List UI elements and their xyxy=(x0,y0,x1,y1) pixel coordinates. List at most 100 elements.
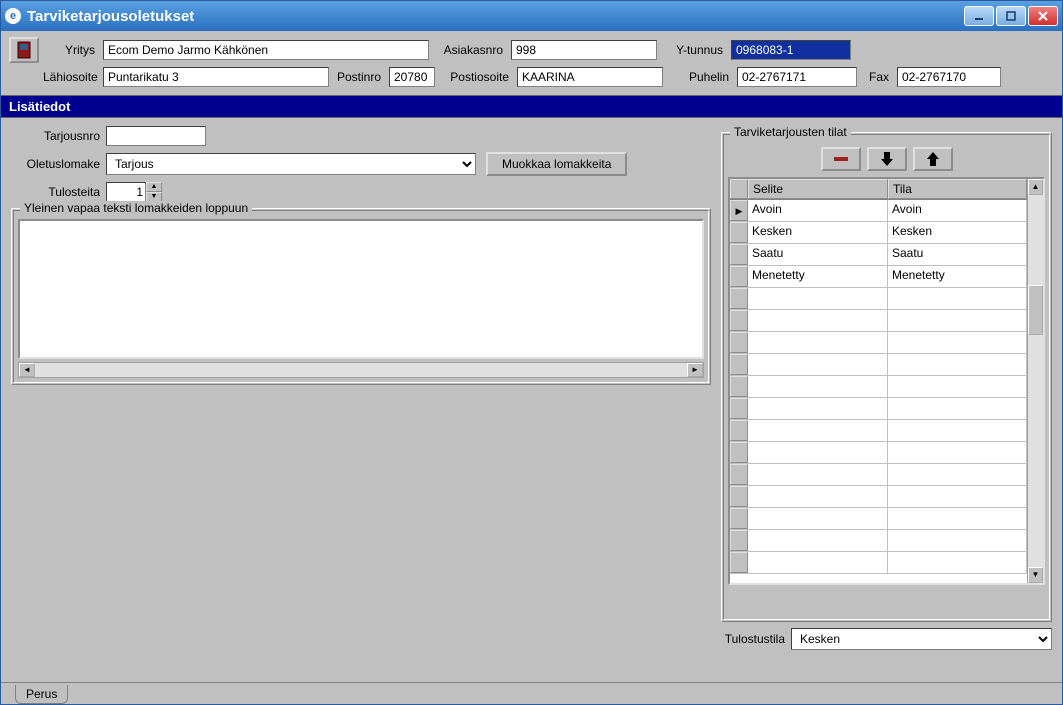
scroll-left-icon[interactable]: ◄ xyxy=(19,363,35,377)
table-row[interactable] xyxy=(730,332,1027,354)
cell-tila[interactable]: Avoin xyxy=(888,200,1027,221)
arrow-down-icon xyxy=(880,152,894,166)
label-lahiosoite: Lähiosoite xyxy=(43,70,99,84)
scroll-right-icon[interactable]: ► xyxy=(687,363,703,377)
cell-selite[interactable] xyxy=(748,420,888,441)
ytunnus-field[interactable] xyxy=(731,40,851,60)
table-row[interactable] xyxy=(730,464,1027,486)
cell-tila[interactable] xyxy=(888,420,1027,441)
scroll-up-icon[interactable]: ▲ xyxy=(1028,179,1043,195)
spinner-up-icon[interactable]: ▲ xyxy=(146,182,162,192)
puhelin-field[interactable] xyxy=(737,67,857,87)
cell-selite[interactable] xyxy=(748,486,888,507)
table-row[interactable] xyxy=(730,354,1027,376)
cell-selite[interactable] xyxy=(748,398,888,419)
cell-tila[interactable] xyxy=(888,486,1027,507)
header-area: Yritys Asiakasnro Y-tunnus Lähiosoite Po… xyxy=(1,31,1062,95)
close-button[interactable] xyxy=(1028,6,1058,26)
tulosteita-field[interactable] xyxy=(106,182,146,202)
row-indicator xyxy=(730,288,748,309)
cell-tila[interactable] xyxy=(888,310,1027,331)
table-row[interactable]: ▶AvoinAvoin xyxy=(730,200,1027,222)
cell-tila[interactable] xyxy=(888,288,1027,309)
cell-tila[interactable] xyxy=(888,508,1027,529)
delete-row-button[interactable] xyxy=(821,147,861,171)
cell-tila[interactable] xyxy=(888,464,1027,485)
lahiosoite-field[interactable] xyxy=(103,67,329,87)
tab-perus[interactable]: Perus xyxy=(15,685,68,704)
move-down-button[interactable] xyxy=(867,147,907,171)
cell-selite[interactable] xyxy=(748,442,888,463)
table-row[interactable] xyxy=(730,508,1027,530)
table-row[interactable]: SaatuSaatu xyxy=(730,244,1027,266)
scroll-down-icon[interactable]: ▼ xyxy=(1028,567,1043,583)
cell-tila[interactable] xyxy=(888,376,1027,397)
cell-selite[interactable] xyxy=(748,288,888,309)
table-row[interactable] xyxy=(730,310,1027,332)
table-row[interactable] xyxy=(730,398,1027,420)
cell-tila[interactable] xyxy=(888,552,1027,573)
right-column: Tarviketarjousten tilat xyxy=(721,126,1052,674)
label-oletuslomake: Oletuslomake xyxy=(11,157,106,171)
cell-selite[interactable] xyxy=(748,530,888,551)
table-row[interactable] xyxy=(730,552,1027,574)
table-row[interactable] xyxy=(730,442,1027,464)
maximize-button[interactable] xyxy=(996,6,1026,26)
scroll-thumb[interactable] xyxy=(1028,285,1043,335)
tilat-grid[interactable]: Selite Tila ▶AvoinAvoinKeskenKeskenSaatu… xyxy=(728,177,1045,585)
table-row[interactable] xyxy=(730,376,1027,398)
cell-tila[interactable]: Kesken xyxy=(888,222,1027,243)
table-row[interactable]: KeskenKesken xyxy=(730,222,1027,244)
label-puhelin: Puhelin xyxy=(667,70,733,84)
postiosoite-field[interactable] xyxy=(517,67,663,87)
cell-selite[interactable]: Kesken xyxy=(748,222,888,243)
row-indicator: ▶ xyxy=(730,200,748,221)
vapaa-teksti-memo[interactable] xyxy=(18,219,704,359)
minus-icon xyxy=(834,157,848,161)
cell-tila[interactable]: Menetetty xyxy=(888,266,1027,287)
cell-selite[interactable] xyxy=(748,552,888,573)
yritys-field[interactable] xyxy=(103,40,429,60)
memo-hscrollbar[interactable]: ◄ ► xyxy=(18,362,704,378)
cell-selite[interactable] xyxy=(748,310,888,331)
grid-header-tila[interactable]: Tila xyxy=(888,179,1027,199)
cell-selite[interactable]: Saatu xyxy=(748,244,888,265)
table-row[interactable] xyxy=(730,530,1027,552)
table-row[interactable] xyxy=(730,486,1027,508)
cell-tila[interactable]: Saatu xyxy=(888,244,1027,265)
cell-tila[interactable] xyxy=(888,354,1027,375)
muokkaa-lomakkeita-button[interactable]: Muokkaa lomakkeita xyxy=(486,152,627,176)
cell-selite[interactable] xyxy=(748,354,888,375)
record-icon-button[interactable] xyxy=(9,37,39,63)
cell-selite[interactable]: Menetetty xyxy=(748,266,888,287)
grid-header-selite[interactable]: Selite xyxy=(748,179,888,199)
fax-field[interactable] xyxy=(897,67,1001,87)
section-header: Lisätiedot xyxy=(1,95,1062,118)
vapaa-teksti-legend: Yleinen vapaa teksti lomakkeiden loppuun xyxy=(20,201,252,215)
table-row[interactable] xyxy=(730,288,1027,310)
cell-tila[interactable] xyxy=(888,398,1027,419)
label-yritys: Yritys xyxy=(43,43,99,57)
minimize-button[interactable] xyxy=(964,6,994,26)
table-row[interactable] xyxy=(730,420,1027,442)
label-tulosteita: Tulosteita xyxy=(11,185,106,199)
grid-vscrollbar[interactable]: ▲ ▼ xyxy=(1027,179,1043,583)
label-fax: Fax xyxy=(861,70,893,84)
tarjousnro-field[interactable] xyxy=(106,126,206,146)
cell-selite[interactable] xyxy=(748,376,888,397)
cell-selite[interactable] xyxy=(748,508,888,529)
tulosteita-spinner[interactable]: ▲ ▼ xyxy=(106,182,162,202)
cell-selite[interactable] xyxy=(748,332,888,353)
cell-selite[interactable] xyxy=(748,464,888,485)
move-up-button[interactable] xyxy=(913,147,953,171)
cell-tila[interactable] xyxy=(888,530,1027,551)
tulostustila-select[interactable]: Kesken xyxy=(791,628,1052,650)
cell-selite[interactable]: Avoin xyxy=(748,200,888,221)
oletuslomake-select[interactable]: Tarjous xyxy=(106,153,476,175)
cell-tila[interactable] xyxy=(888,332,1027,353)
postinro-field[interactable] xyxy=(389,67,435,87)
asiakasnro-field[interactable] xyxy=(511,40,657,60)
table-row[interactable]: MenetettyMenetetty xyxy=(730,266,1027,288)
cell-tila[interactable] xyxy=(888,442,1027,463)
label-postinro: Postinro xyxy=(333,70,385,84)
